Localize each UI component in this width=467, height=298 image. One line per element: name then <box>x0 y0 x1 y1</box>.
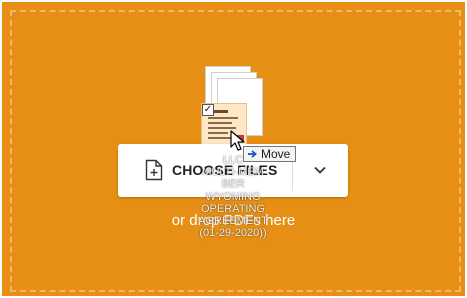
choose-files-dropdown-button[interactable] <box>293 144 348 197</box>
chevron-down-icon <box>314 166 326 174</box>
dragged-file-name: LLC MULTI-MEM BER WYOMING OPERATING AGRE… <box>198 154 268 240</box>
move-arrow-icon <box>248 150 257 158</box>
file-plus-icon <box>145 159 163 181</box>
move-tooltip-label: Move <box>261 147 291 161</box>
checkmark-icon: ✓ <box>202 104 214 116</box>
move-tooltip: Move <box>243 146 297 162</box>
